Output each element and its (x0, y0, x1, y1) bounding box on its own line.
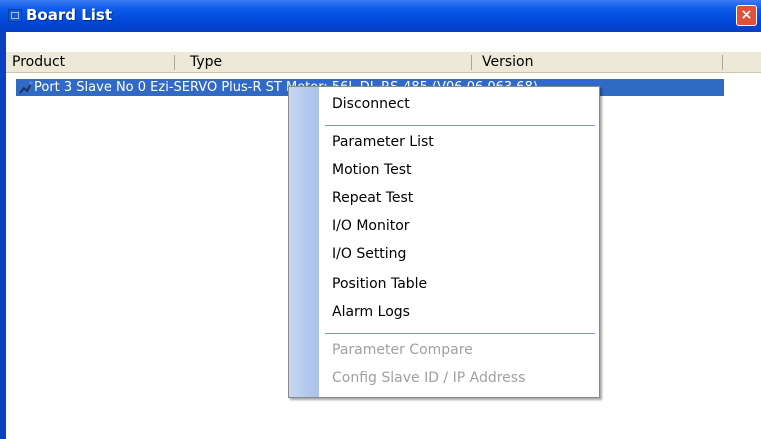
menu-separator (325, 125, 595, 126)
window-icon (8, 9, 22, 22)
list-header: Product Type Version (6, 52, 761, 73)
menu-item-parameter-list[interactable]: Parameter List (332, 131, 434, 153)
column-header-product[interactable]: Product (12, 52, 65, 73)
device-icon (19, 81, 33, 94)
menu-item-position-table[interactable]: Position Table (332, 273, 427, 295)
column-header-version[interactable]: Version (482, 52, 533, 73)
menu-item-io-monitor[interactable]: I/O Monitor (332, 215, 410, 237)
close-icon: × (740, 7, 753, 23)
menu-item-config-slave-id: Config Slave ID / IP Address (332, 370, 526, 386)
menu-separator (325, 333, 595, 334)
close-button[interactable]: × (736, 5, 757, 26)
menu-item-motion-test[interactable]: Motion Test (332, 159, 411, 181)
menu-item-repeat-test[interactable]: Repeat Test (332, 187, 413, 209)
menu-item-io-setting[interactable]: I/O Setting (332, 243, 406, 265)
column-header-type[interactable]: Type (190, 52, 222, 73)
column-divider[interactable] (471, 55, 472, 70)
menu-icon-strip (289, 87, 319, 397)
board-list-window: Board List × Product Type Version Port 3… (0, 0, 761, 439)
title-bar[interactable]: Board List × (0, 0, 761, 32)
context-menu: Disconnect Parameter List Motion Test Re… (288, 86, 600, 398)
column-divider[interactable] (722, 55, 723, 70)
menu-item-parameter-compare: Parameter Compare (332, 342, 473, 358)
menu-item-disconnect[interactable]: Disconnect (332, 93, 410, 115)
column-divider[interactable] (174, 55, 175, 70)
menu-item-alarm-logs[interactable]: Alarm Logs (332, 301, 410, 323)
window-title: Board List (26, 6, 113, 24)
